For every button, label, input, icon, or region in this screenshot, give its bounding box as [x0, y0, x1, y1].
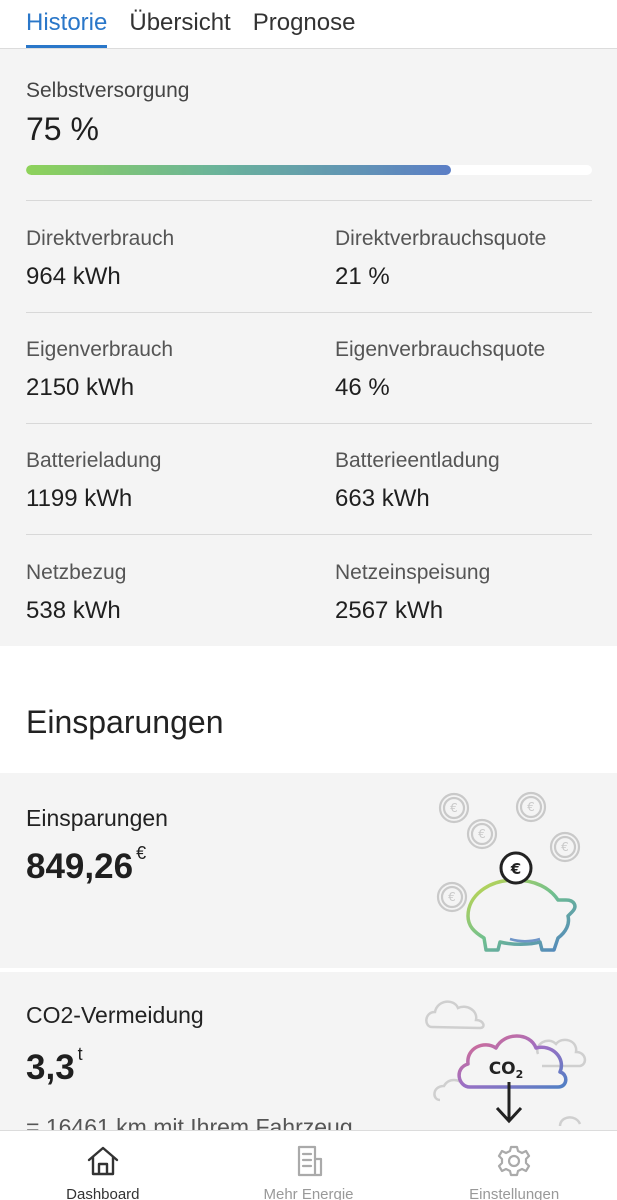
direktverbrauchsquote-label: Direktverbrauchsquote [335, 227, 547, 250]
direktverbrauchsquote-value: 21 % [335, 263, 390, 290]
batterieentladung-label: Batterieentladung [335, 449, 500, 472]
svg-text:€: € [448, 890, 456, 904]
savings-amount: 849,26 [26, 847, 134, 886]
svg-text:CO2: CO2 [489, 1059, 524, 1081]
co2-amount: 3,3 [26, 1048, 75, 1087]
selbstversorgung-label: Selbstversorgung [26, 79, 190, 102]
tab-historie[interactable]: Historie [26, 0, 108, 48]
divider [26, 534, 592, 535]
svg-text:€: € [450, 801, 458, 815]
svg-text:€: € [478, 827, 486, 841]
tab-prognose[interactable]: Prognose [253, 0, 356, 48]
batterieladung-label: Batterieladung [26, 449, 162, 472]
gear-icon [498, 1145, 531, 1177]
savings-value: 849,26 € [26, 843, 146, 887]
co2-value: 3,3 t [26, 1044, 83, 1088]
co2-card[interactable]: CO2-Vermeidung 3,3 t = 16461 km mit Ihrem… [0, 972, 617, 1132]
nav-mehr-energie-label: Mehr Energie [263, 1186, 354, 1200]
nav-einstellungen-label: Einstellungen [469, 1186, 560, 1200]
selbstversorgung-progress-bar [26, 165, 592, 175]
document-icon [297, 1145, 322, 1177]
nav-dashboard[interactable]: Dashboard [0, 1131, 206, 1200]
piggy-bank-icon: € € € € € € [436, 791, 581, 952]
bottom-navigation: Dashboard Mehr Energie Einstellungen [0, 1130, 617, 1200]
co2-label: CO2-Vermeidung [26, 1002, 204, 1028]
co2-unit: t [77, 1044, 83, 1064]
statistics-panel: Selbstversorgung 75 % Direktverbrauch 96… [0, 49, 617, 646]
savings-unit: € [136, 843, 147, 863]
netzbezug-label: Netzbezug [26, 561, 127, 584]
svg-text:€: € [510, 860, 521, 878]
tab-uebersicht[interactable]: Übersicht [129, 0, 230, 48]
eigenverbrauchsquote-label: Eigenverbrauchsquote [335, 338, 546, 361]
eigenverbrauchsquote-value: 46 % [335, 374, 390, 401]
divider [26, 312, 592, 313]
savings-card[interactable]: Einsparungen 849,26 € € € € € € € [0, 773, 617, 968]
netzbezug-value: 538 kWh [26, 597, 121, 624]
eigenverbrauch-label: Eigenverbrauch [26, 338, 174, 361]
divider [26, 423, 592, 424]
nav-mehr-energie[interactable]: Mehr Energie [206, 1131, 412, 1200]
nav-einstellungen[interactable]: Einstellungen [411, 1131, 617, 1200]
divider [26, 200, 592, 201]
batterieladung-value: 1199 kWh [26, 485, 133, 512]
tab-bar: Historie Übersicht Prognose [0, 0, 617, 49]
direktverbrauch-value: 964 kWh [26, 263, 121, 290]
selbstversorgung-value: 75 % [26, 111, 99, 147]
svg-text:€: € [527, 800, 535, 814]
netzeinspeisung-label: Netzeinspeisung [335, 561, 491, 584]
nav-dashboard-label: Dashboard [66, 1186, 140, 1200]
section-heading-einsparungen: Einsparungen [26, 704, 224, 740]
eigenverbrauch-value: 2150 kWh [26, 374, 135, 401]
home-icon [87, 1146, 119, 1176]
direktverbrauch-label: Direktverbrauch [26, 227, 175, 250]
netzeinspeisung-value: 2567 kWh [335, 597, 444, 624]
batterieentladung-value: 663 kWh [335, 485, 430, 512]
progress-bar-fill [26, 165, 451, 175]
svg-text:€: € [561, 840, 569, 854]
savings-label: Einsparungen [26, 805, 168, 831]
co2-cloud-icon: CO2 [425, 1000, 587, 1127]
